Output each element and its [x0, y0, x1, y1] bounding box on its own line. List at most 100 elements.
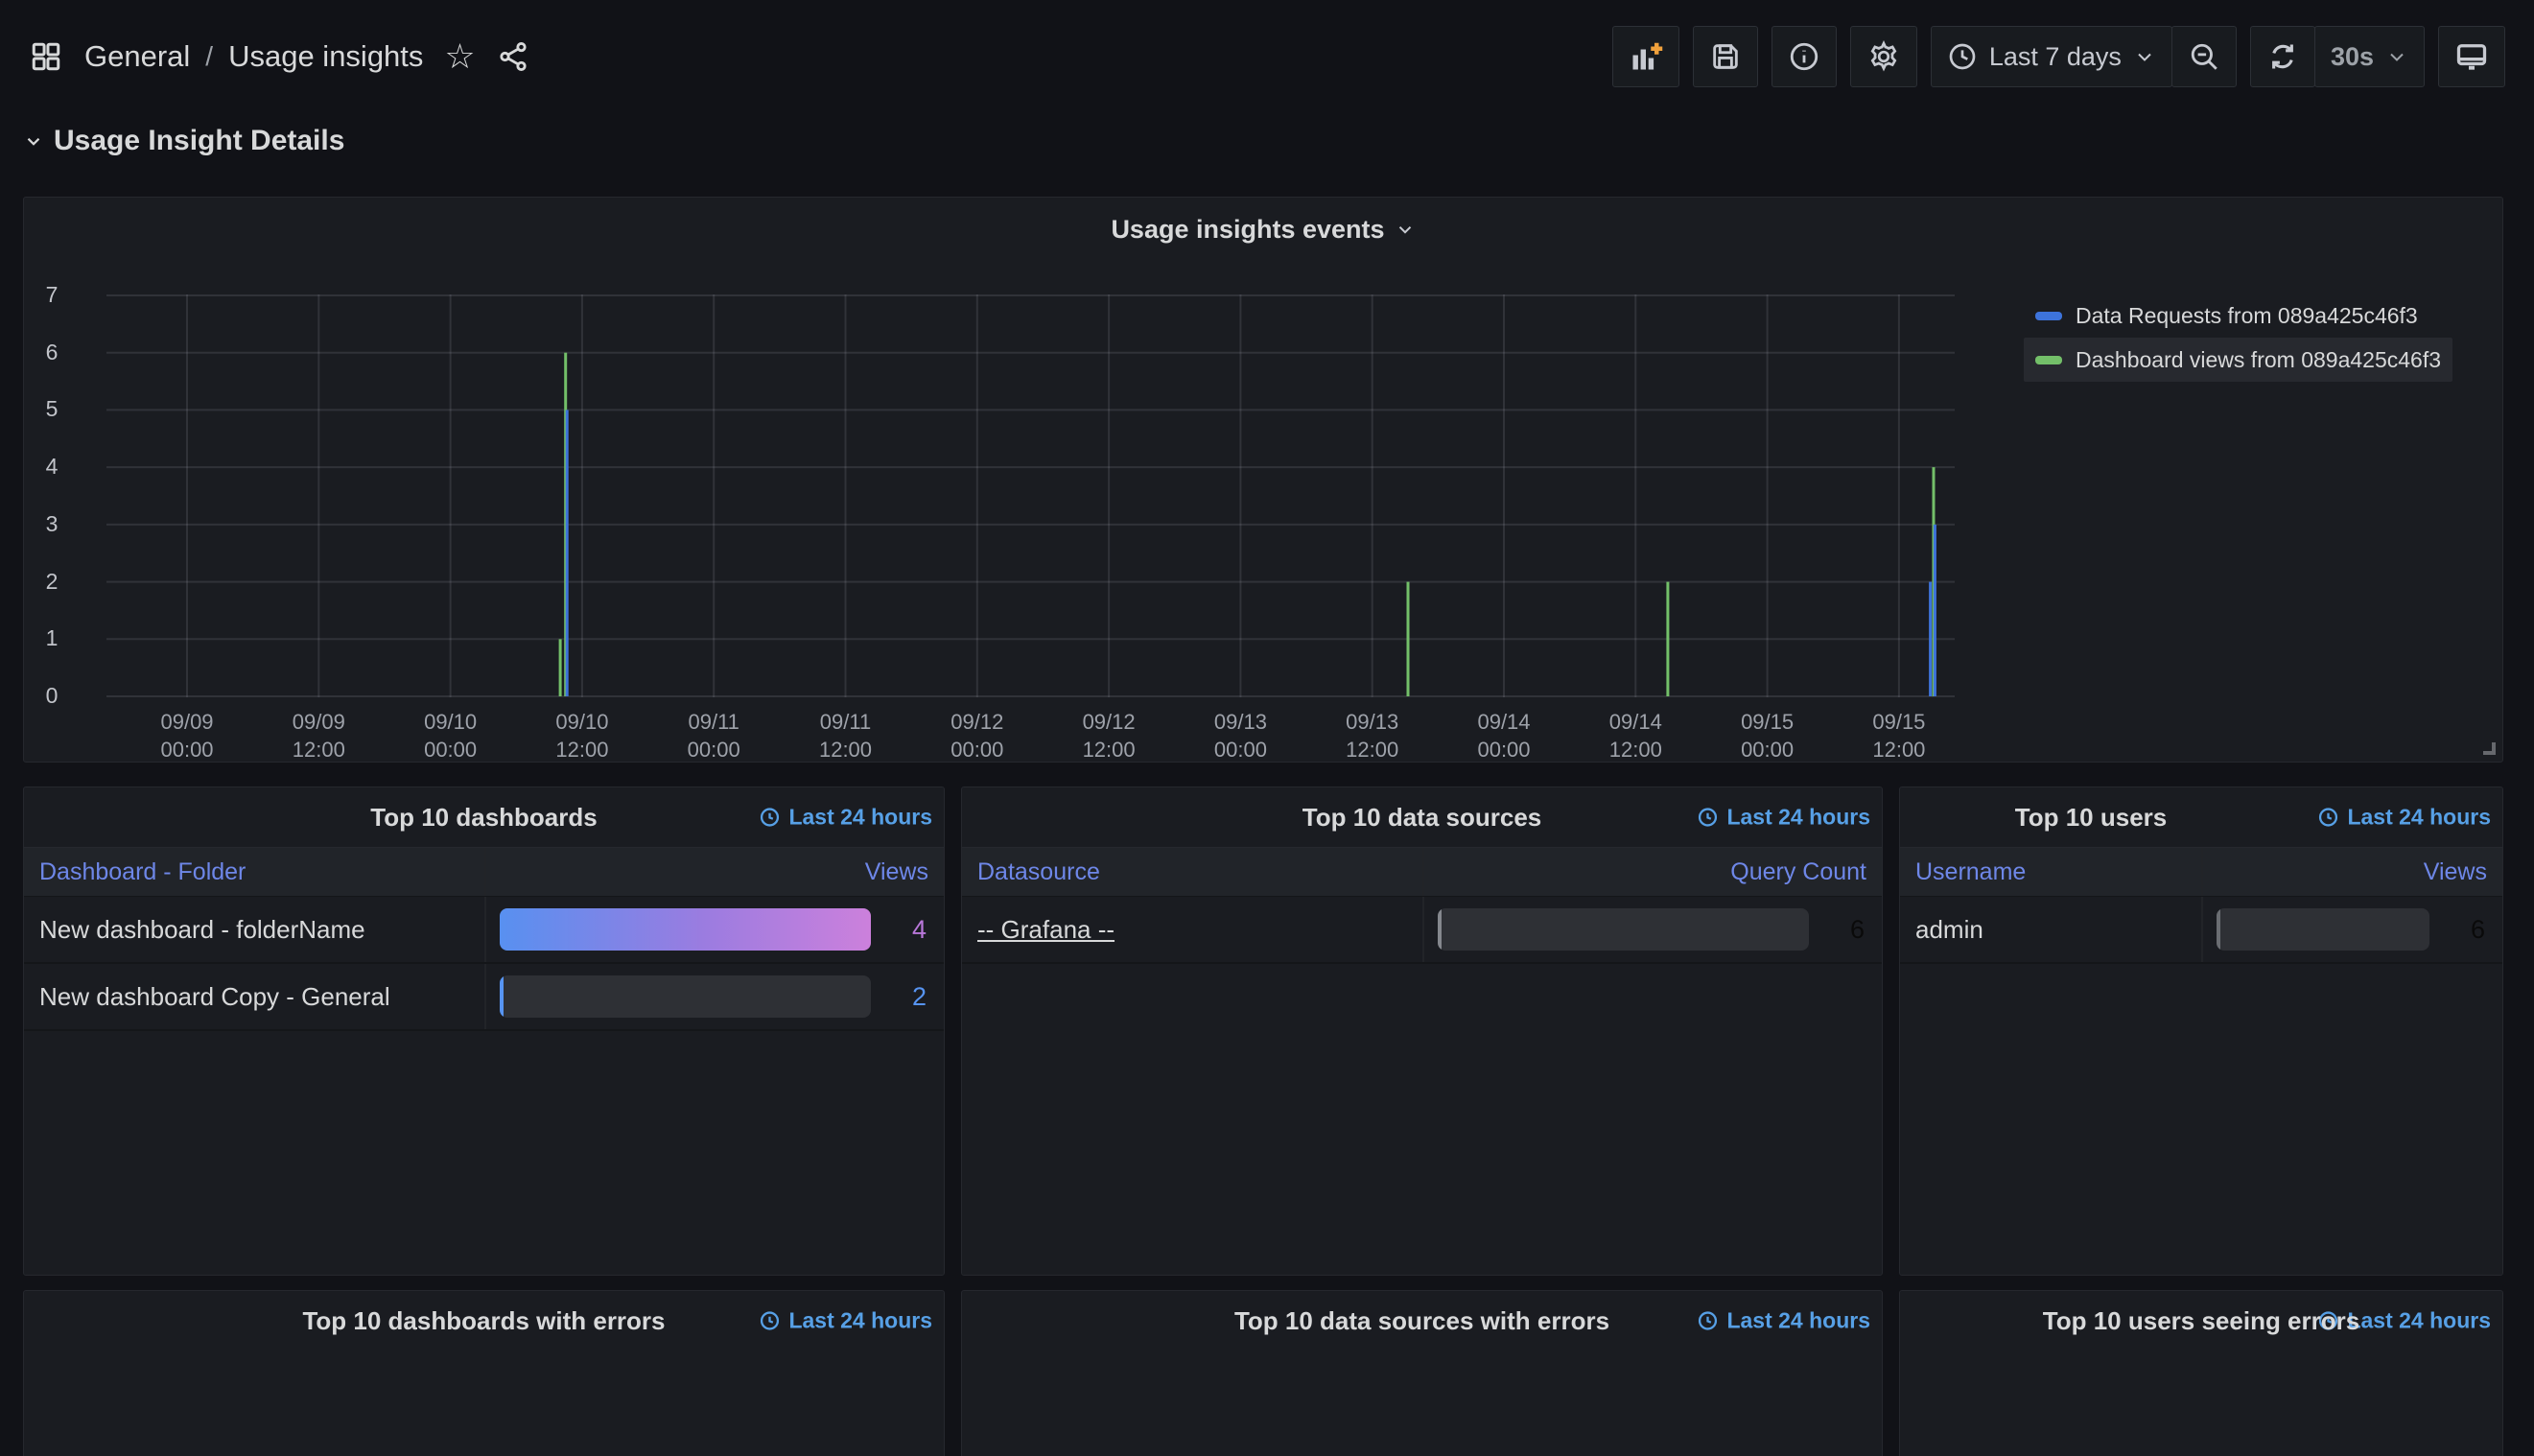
panel-top-10-data-sources: Top 10 data sources Last 24 hours Dataso… [961, 787, 1883, 1276]
legend-item[interactable]: Dashboard views from 089a425c46f3 [2024, 338, 2453, 382]
y-tick-label: 6 [45, 339, 59, 364]
chevron-down-icon [1398, 225, 1411, 234]
panel-time-override: Last 24 hours [1697, 805, 1870, 831]
row-name: New dashboard - folderName [39, 914, 365, 944]
column-header-query-count[interactable]: Query Count [1421, 848, 1883, 896]
dashboard-info-button[interactable] [1771, 26, 1837, 87]
x-tick-label: 09/12 00:00 [950, 710, 1004, 762]
chevron-down-icon [2138, 53, 2151, 61]
share-icon[interactable] [497, 40, 529, 73]
time-override-label: Last 24 hours [2347, 1307, 2491, 1333]
apps-grid-icon[interactable] [29, 39, 63, 74]
refresh-interval-label: 30s [2330, 41, 2374, 71]
bar-gauge [1437, 908, 1809, 951]
column-header-views[interactable]: Views [483, 848, 945, 896]
x-tick-label: 09/15 12:00 [1872, 710, 1926, 762]
clock-icon [1699, 808, 1718, 827]
row-usage-insight-details[interactable]: Usage Insight Details [23, 125, 344, 157]
panel-title[interactable]: Top 10 data sources [1302, 803, 1542, 833]
x-tick-label: 09/09 12:00 [292, 710, 345, 762]
x-tick-label: 09/09 00:00 [160, 710, 214, 762]
y-tick-label: 5 [45, 396, 59, 422]
panel-title[interactable]: Top 10 data sources with errors [1234, 1306, 1609, 1336]
breadcrumb-separator: / [205, 41, 214, 71]
x-tick-label: 09/12 12:00 [1082, 710, 1136, 762]
time-override-label: Last 24 hours [1726, 804, 1870, 830]
chevron-down-icon [27, 137, 40, 146]
clock-icon [1699, 1311, 1718, 1330]
time-override-label: Last 24 hours [2347, 804, 2491, 830]
table-row: New dashboard - folderName 4 [24, 897, 944, 964]
legend-label: Data Requests from 089a425c46f3 [2076, 302, 2418, 328]
row-name: admin [1915, 914, 1983, 944]
refresh-button[interactable] [2249, 26, 2315, 87]
chart-plot[interactable] [106, 294, 1955, 697]
panel-time-override: Last 24 hours [759, 1308, 932, 1334]
legend-swatch [2035, 311, 2062, 320]
dashboard-settings-button[interactable] [1849, 26, 1917, 87]
panel-title[interactable]: Top 10 users [2015, 803, 2167, 833]
zoom-out-time-button[interactable] [2170, 26, 2237, 87]
save-dashboard-button[interactable] [1692, 26, 1758, 87]
nav-left: General / Usage insights ☆ [29, 39, 529, 74]
row-value: 6 [1849, 914, 1865, 944]
bar-gauge [2217, 908, 2429, 951]
refresh-interval-picker[interactable]: 30s [2313, 26, 2425, 87]
star-icon[interactable]: ☆ [444, 39, 475, 74]
y-tick-label: 3 [45, 510, 59, 536]
panel-title[interactable]: Top 10 dashboards [370, 803, 597, 833]
x-tick-label: 09/13 12:00 [1346, 710, 1399, 762]
bar-gauge [499, 975, 871, 1018]
time-override-label: Last 24 hours [1726, 1307, 1870, 1333]
y-axis: 0 1 2 3 4 5 6 7 [30, 282, 74, 708]
time-range-picker[interactable]: Last 7 days [1930, 26, 2172, 87]
x-axis: 09/09 00:00 09/09 12:00 09/10 00:00 09/10 12:00… [106, 708, 1955, 767]
x-tick-label: 09/10 12:00 [555, 710, 609, 762]
panel-top-10-dashboards: Top 10 dashboards Last 24 hours Dashboar… [23, 787, 945, 1276]
legend-label: Dashboard views from 089a425c46f3 [2076, 346, 2442, 372]
breadcrumb-page[interactable]: Usage insights [228, 39, 423, 74]
panel-title: Usage insights events [1111, 214, 1385, 244]
section-title: Usage Insight Details [54, 125, 345, 156]
panel-usage-insights-events: Usage insights events 0 1 2 3 4 5 6 7 09/09 00:0… [23, 197, 2503, 763]
y-tick-label: 7 [45, 282, 59, 307]
cycle-view-mode-button[interactable] [2438, 26, 2505, 87]
datasource-link[interactable]: -- Grafana -- [977, 915, 1114, 945]
panel-top-10-users: Top 10 users Last 24 hours Username View… [1899, 787, 2503, 1276]
time-picker-group: Last 7 days [1930, 26, 2237, 87]
breadcrumb: General / Usage insights [84, 39, 423, 74]
y-tick-label: 4 [45, 454, 59, 480]
table-header-row: Username Views [1900, 847, 2502, 897]
column-header-dashboard-folder[interactable]: Dashboard - Folder [24, 848, 484, 896]
dashboard-toolbar: Last 7 days 30s [1611, 26, 2505, 87]
panel-time-override: Last 24 hours [1697, 1308, 1870, 1334]
add-panel-button[interactable] [1611, 26, 1679, 87]
x-tick-label: 09/10 00:00 [424, 710, 478, 762]
column-header-username[interactable]: Username [1900, 848, 2201, 896]
column-header-views[interactable]: Views [2201, 848, 2502, 896]
column-header-datasource[interactable]: Datasource [962, 848, 1422, 896]
row-value: 6 [2470, 914, 2485, 944]
table-row: -- Grafana -- 6 [962, 897, 1882, 964]
x-tick-label: 09/14 00:00 [1477, 710, 1531, 762]
panel-title[interactable]: Top 10 users seeing errors [2043, 1306, 2359, 1336]
legend-swatch [2035, 355, 2062, 364]
breadcrumb-folder[interactable]: General [84, 39, 190, 74]
time-range-label: Last 7 days [1988, 41, 2122, 71]
chart-panel-header[interactable]: Usage insights events [24, 198, 2502, 261]
grafana-dashboard: General / Usage insights ☆ Last 7 days 3… [0, 0, 2534, 1456]
y-tick-label: 1 [45, 625, 59, 651]
x-tick-label: 09/15 00:00 [1741, 710, 1795, 762]
table-row: admin 6 [1900, 897, 2502, 964]
panel-resize-handle[interactable] [2483, 742, 2496, 755]
refresh-group: 30s [2249, 26, 2425, 87]
x-tick-label: 09/13 00:00 [1213, 710, 1267, 762]
bar-gauge [499, 908, 871, 951]
panel-top-10-dashboards-with-errors: Top 10 dashboards with errors Last 24 ho… [23, 1290, 945, 1456]
panel-time-override: Last 24 hours [759, 805, 932, 831]
table-header-row: Datasource Query Count [962, 847, 1882, 897]
row-name: New dashboard Copy - General [39, 981, 390, 1011]
panel-title[interactable]: Top 10 dashboards with errors [302, 1306, 665, 1336]
legend-item[interactable]: Data Requests from 089a425c46f3 [2024, 294, 2452, 338]
panel-top-10-data-sources-with-errors: Top 10 data sources with errors Last 24 … [961, 1290, 1883, 1456]
